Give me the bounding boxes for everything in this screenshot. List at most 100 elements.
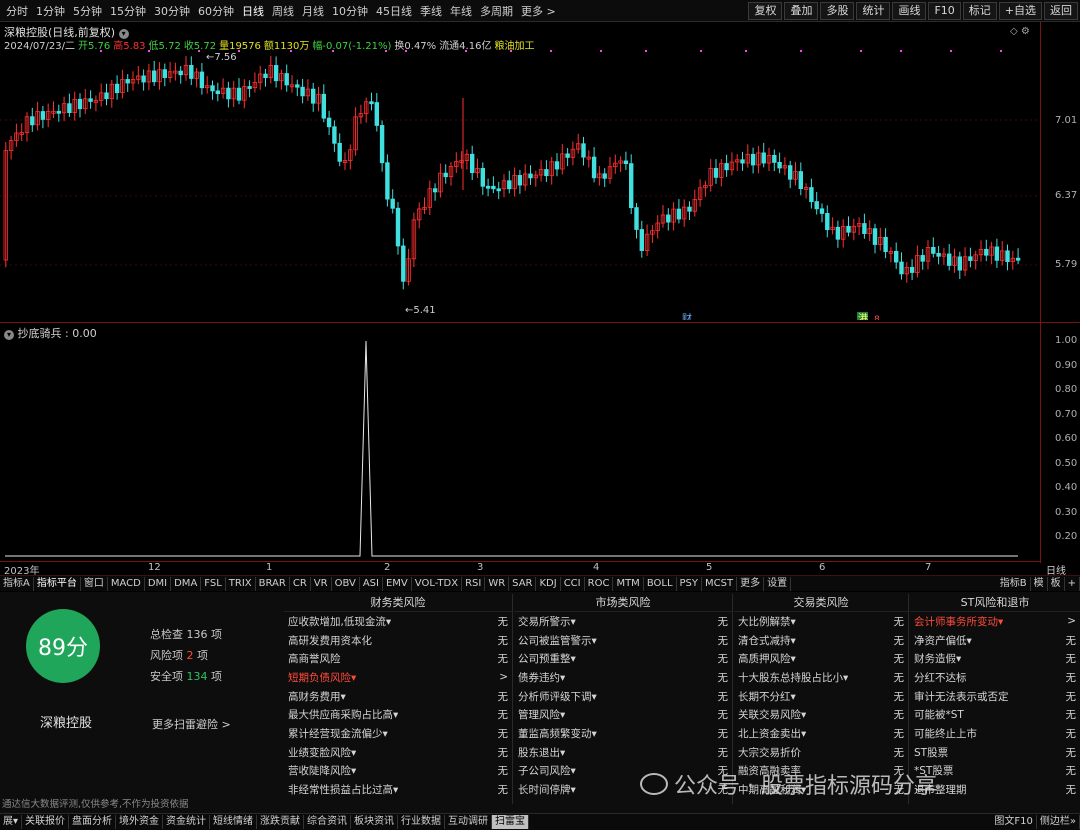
status-tab[interactable]: 涨跌贡献 (257, 815, 305, 829)
risk-item[interactable]: 可能终止上市 无 (910, 724, 1080, 743)
risk-item[interactable]: 应收款增加,低现金流▾ 无 (284, 612, 512, 631)
indicator-tab[interactable]: 指标B (997, 576, 1031, 591)
period-tab[interactable]: 15分钟 (106, 3, 150, 19)
risk-item[interactable]: 交易所警示▾ 无 (514, 612, 732, 631)
period-tab[interactable]: 更多 > (517, 3, 560, 19)
indicator-tab[interactable]: BOLL (644, 576, 677, 591)
indicator-tab[interactable]: 指标平台 (34, 576, 81, 591)
indicator-tab[interactable]: 更多 (737, 576, 765, 591)
period-tab[interactable]: 5分钟 (69, 3, 106, 19)
candlestick-chart[interactable]: ←7.56 ←5.41 财 港 8 (0, 50, 1040, 320)
indicator-tab[interactable]: VR (311, 576, 332, 591)
risk-item[interactable]: 高财务费用▾ 无 (284, 687, 512, 706)
status-tab[interactable]: 境外资金 (116, 815, 164, 829)
risk-item[interactable]: 董监高频繁变动▾ 无 (514, 724, 732, 743)
risk-item[interactable]: 长期不分红▾ 无 (734, 687, 908, 706)
risk-item[interactable]: 高研发费用资本化 无 (284, 631, 512, 650)
risk-item[interactable]: 管理风险▾ 无 (514, 705, 732, 724)
tool-button[interactable]: 统计 (856, 2, 891, 20)
period-tab[interactable]: 周线 (268, 3, 298, 19)
indicator-tab[interactable]: FSL (201, 576, 226, 591)
risk-item[interactable]: 北上资金卖出▾ 无 (734, 724, 908, 743)
status-tab[interactable]: 互动调研 (445, 815, 493, 829)
period-tab[interactable]: 60分钟 (194, 3, 238, 19)
indicator-tab[interactable]: SAR (509, 576, 537, 591)
period-tab[interactable]: 日线 (238, 3, 268, 19)
risk-item[interactable]: 累计经营现金流偏少▾ 无 (284, 724, 512, 743)
period-tab[interactable]: 季线 (416, 3, 446, 19)
indicator-tab[interactable]: 板 (1048, 576, 1065, 591)
period-tab[interactable]: 45日线 (372, 3, 416, 19)
indicator-tab[interactable]: MTM (613, 576, 644, 591)
status-tab[interactable]: 综合资讯 (304, 815, 352, 829)
risk-item[interactable]: 大宗交易折价 无 (734, 743, 908, 762)
period-tab[interactable]: 月线 (298, 3, 328, 19)
tool-button[interactable]: 多股 (820, 2, 855, 20)
status-tab[interactable]: 图文F10 (991, 815, 1037, 829)
period-tab[interactable]: 1分钟 (32, 3, 69, 19)
indicator-tab[interactable]: DMI (145, 576, 172, 591)
risk-item[interactable]: 高质押风险▾ 无 (734, 649, 908, 668)
indicator-tab[interactable]: ASI (360, 576, 383, 591)
period-tab[interactable]: 年线 (446, 3, 476, 19)
indicator-tab[interactable]: EMV (383, 576, 412, 591)
risk-item[interactable]: 股东退出▾ 无 (514, 743, 732, 762)
indicator-tab[interactable]: WR (485, 576, 510, 591)
status-tab[interactable]: 展▾ (0, 815, 23, 829)
risk-item[interactable]: 公司被监管警示▾ 无 (514, 631, 732, 650)
period-tab[interactable]: 分时 (2, 3, 32, 19)
tool-button[interactable]: 叠加 (784, 2, 819, 20)
risk-item[interactable]: 可能被*ST 无 (910, 705, 1080, 724)
period-tab[interactable]: 30分钟 (150, 3, 194, 19)
indicator-tab[interactable]: BRAR (256, 576, 290, 591)
indicator-tab[interactable]: 窗口 (81, 576, 108, 591)
status-tab[interactable]: 扫雷宝 (492, 815, 530, 829)
indicator-tab[interactable]: TRIX (226, 576, 256, 591)
window-controls[interactable]: ◇ ⚙ (1010, 26, 1030, 37)
tool-button[interactable]: F10 (928, 2, 961, 20)
indicator-tab[interactable]: MACD (108, 576, 145, 591)
indicator-tab[interactable]: 模 (1031, 576, 1048, 591)
indicator-chart[interactable] (0, 323, 1040, 561)
indicator-tab[interactable]: VOL-TDX (412, 576, 463, 591)
risk-item[interactable]: 关联交易风险▾ 无 (734, 705, 908, 724)
risk-item[interactable]: 审计无法表示或否定 无 (910, 687, 1080, 706)
indicator-tab[interactable]: KDJ (536, 576, 561, 591)
indicator-tab[interactable]: 设置 (764, 576, 792, 591)
period-tab[interactable]: 10分钟 (328, 3, 372, 19)
risk-item[interactable]: 清仓式减持▾ 无 (734, 631, 908, 650)
risk-item[interactable]: ST股票 无 (910, 743, 1080, 762)
risk-item[interactable]: 公司预重整▾ 无 (514, 649, 732, 668)
risk-item[interactable]: 净资产偏低▾ 无 (910, 631, 1080, 650)
tool-button[interactable]: 返回 (1044, 2, 1078, 20)
indicator-tab[interactable]: MCST (702, 576, 738, 591)
indicator-tab[interactable]: CCI (561, 576, 585, 591)
indicator-tab[interactable]: PSY (677, 576, 703, 591)
tool-button[interactable]: 画线 (892, 2, 927, 20)
risk-item[interactable]: 非经常性损益占比过高▾ 无 (284, 780, 512, 799)
risk-item[interactable]: 大比例解禁▾ 无 (734, 612, 908, 631)
more-scan-link[interactable]: 更多扫雷避险 > (152, 716, 231, 732)
risk-item[interactable]: 营收陡降风险▾ 无 (284, 762, 512, 781)
indicator-tab[interactable]: ROC (585, 576, 614, 591)
status-tab[interactable]: 行业数据 (398, 815, 446, 829)
tool-button[interactable]: 复权 (748, 2, 783, 20)
indicator-tab[interactable]: + (1065, 576, 1080, 591)
indicator-tab[interactable]: DMA (171, 576, 202, 591)
status-tab[interactable]: 侧边栏» (1037, 815, 1080, 829)
status-tab[interactable]: 关联报价 (22, 815, 70, 829)
tool-button[interactable]: 标记 (962, 2, 997, 20)
status-tab[interactable]: 板块资讯 (351, 815, 399, 829)
risk-item[interactable]: 高商誉风险 无 (284, 649, 512, 668)
status-tab[interactable]: 短线情绪 (210, 815, 258, 829)
indicator-tab[interactable]: OBV (332, 576, 360, 591)
tool-button[interactable]: +自选 (998, 2, 1042, 20)
risk-item[interactable]: 分析师评级下调▾ 无 (514, 687, 732, 706)
risk-item[interactable]: 债券违约▾ 无 (514, 668, 732, 687)
indicator-tab[interactable]: RSI (462, 576, 486, 591)
risk-item[interactable]: 分红不达标 无 (910, 668, 1080, 687)
period-tab[interactable]: 多周期 (476, 3, 517, 19)
risk-item[interactable]: 会计师事务所变动▾ > (910, 612, 1080, 631)
risk-item[interactable]: 十大股东总持股占比小▾ 无 (734, 668, 908, 687)
indicator-tab[interactable]: CR (290, 576, 311, 591)
